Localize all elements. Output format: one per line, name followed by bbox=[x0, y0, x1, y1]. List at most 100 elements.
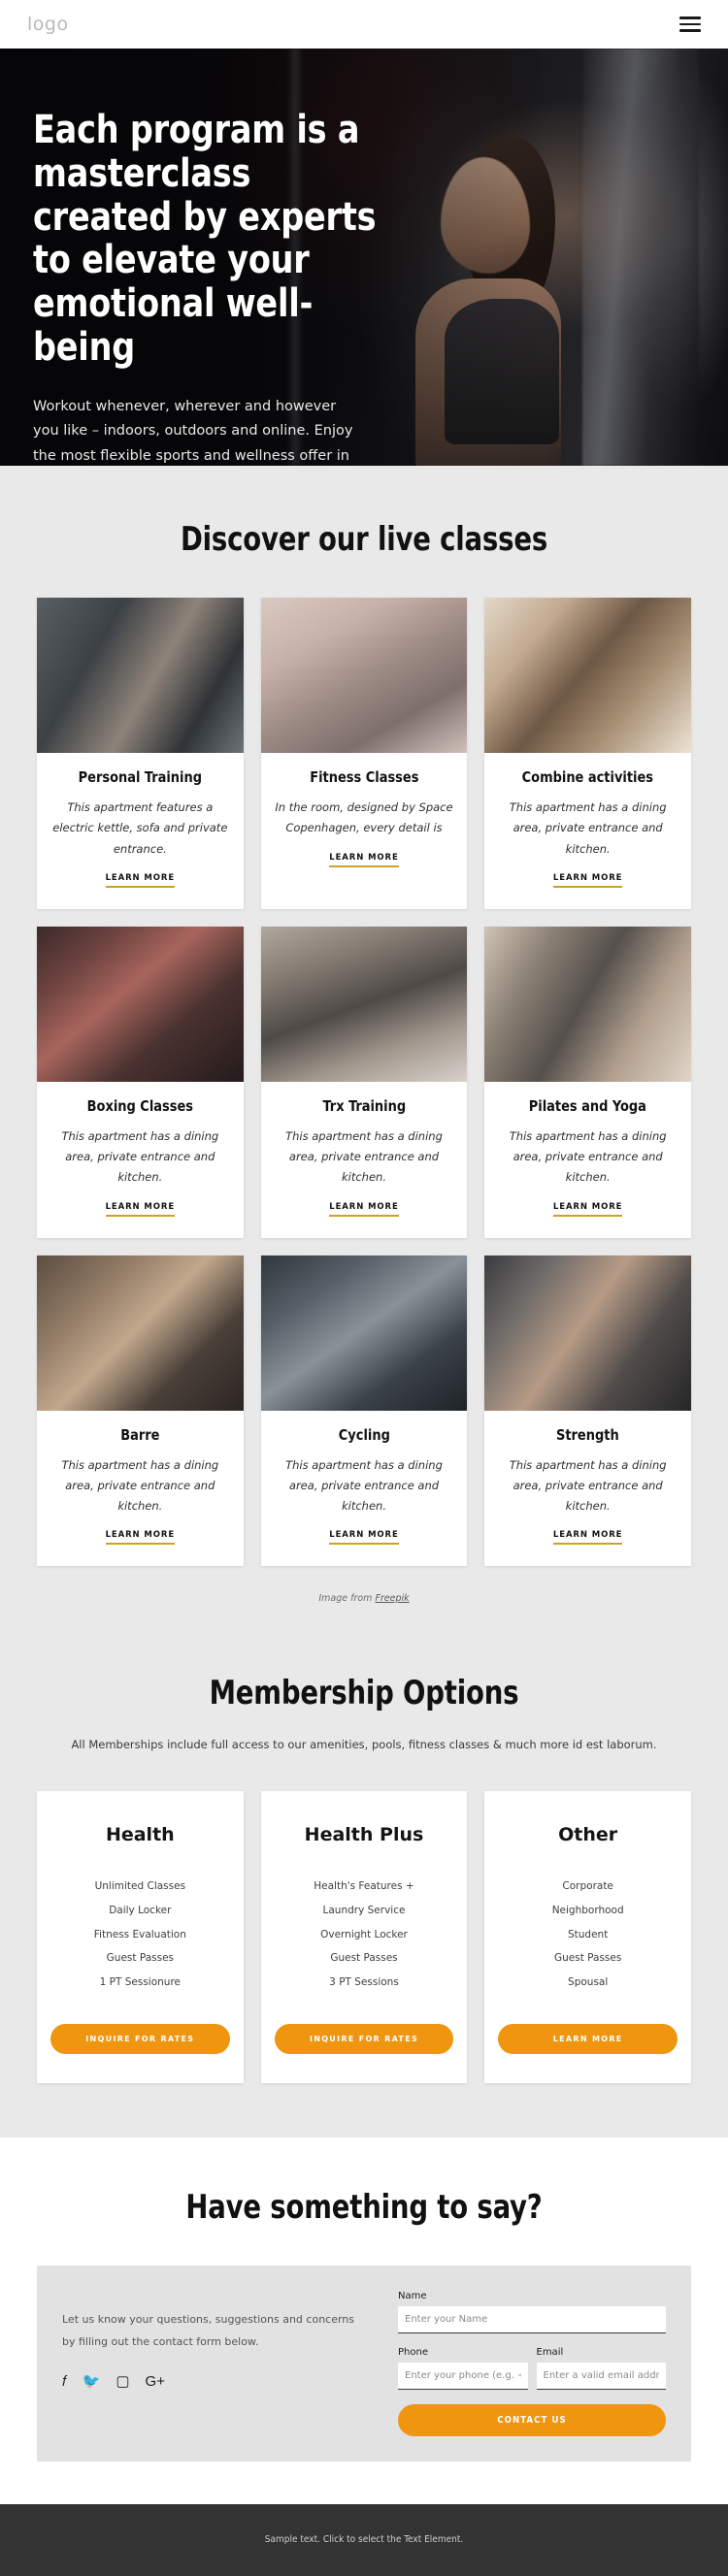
contact-info: Let us know your questions, suggestions … bbox=[37, 2266, 390, 2462]
hero-title: Each program is a masterclass created by… bbox=[33, 108, 377, 370]
plan-feature: Spousal bbox=[568, 1976, 609, 1989]
class-card-title: Trx Training bbox=[322, 1096, 406, 1115]
contact-title: Have something to say? bbox=[185, 2187, 543, 2227]
class-card-image bbox=[260, 598, 468, 753]
plan-card: Health Plus Health's Features + Laundry … bbox=[260, 1791, 468, 2083]
facebook-icon[interactable]: 𝑓 bbox=[62, 2374, 67, 2389]
class-card-desc: This apartment has a dining area, privat… bbox=[509, 1457, 667, 1514]
class-card-desc: This apartment has a dining area, privat… bbox=[285, 1128, 443, 1185]
site-logo[interactable]: logo bbox=[27, 14, 69, 35]
class-card-desc: This apartment features a electric kettl… bbox=[52, 800, 228, 856]
email-input[interactable] bbox=[536, 2362, 666, 2390]
class-card[interactable]: Personal Training This apartment feature… bbox=[37, 598, 244, 909]
google-plus-icon[interactable]: G+ bbox=[146, 2374, 165, 2389]
plan-name: Health bbox=[105, 1824, 175, 1846]
class-card-desc: This apartment has a dining area, privat… bbox=[509, 800, 667, 856]
class-card[interactable]: Boxing Classes This apartment has a dini… bbox=[37, 926, 244, 1238]
class-card[interactable]: Strength This apartment has a dining are… bbox=[484, 1255, 691, 1567]
class-card[interactable]: Fitness Classes In the room, designed by… bbox=[260, 598, 468, 909]
membership-section: Membership Options All Memberships inclu… bbox=[0, 1637, 728, 2137]
learn-more-link[interactable]: LEARN MORE bbox=[329, 1202, 399, 1217]
contact-form: Name Phone Email CONTACT US bbox=[390, 2266, 691, 2462]
learn-more-link[interactable]: LEARN MORE bbox=[329, 1530, 399, 1546]
learn-more-link[interactable]: LEARN MORE bbox=[329, 853, 399, 867]
hero-subtitle: Workout whenever, wherever and however y… bbox=[33, 398, 353, 464]
plan-feature: Guest Passes bbox=[553, 1952, 622, 1965]
class-card-image bbox=[37, 598, 244, 753]
plan-cta-button[interactable]: LEARN MORE bbox=[498, 2023, 678, 2054]
class-card-title: Strength bbox=[556, 1425, 620, 1444]
burger-bar bbox=[679, 16, 701, 19]
footer-text: Sample text. Click to select the Text El… bbox=[264, 2534, 464, 2546]
class-card-title: Cycling bbox=[338, 1425, 390, 1444]
plan-name: Health Plus bbox=[304, 1824, 424, 1846]
site-footer: Sample text. Click to select the Text El… bbox=[0, 2503, 728, 2576]
image-credit-prefix: Image from bbox=[318, 1593, 376, 1605]
plan-feature: 1 PT Sessionure bbox=[99, 1976, 182, 1989]
plan-name: Other bbox=[558, 1824, 618, 1846]
class-card-title: Personal Training bbox=[78, 768, 202, 786]
site-header: logo bbox=[0, 0, 728, 49]
class-card-grid: Personal Training This apartment feature… bbox=[0, 598, 728, 1567]
twitter-icon[interactable]: 🐦 bbox=[83, 2374, 101, 2389]
plan-card: Other Corporate Neighborhood Student Gue… bbox=[484, 1791, 691, 2083]
plan-feature: Health's Features + bbox=[314, 1880, 414, 1893]
plan-cta-button[interactable]: INQUIRE FOR RATES bbox=[274, 2023, 454, 2054]
instagram-icon[interactable]: ▢ bbox=[116, 2374, 129, 2389]
hero-section: Each program is a masterclass created by… bbox=[0, 49, 728, 466]
plan-feature: Overnight Locker bbox=[320, 1928, 408, 1940]
plan-feature: Student bbox=[567, 1928, 609, 1940]
plan-feature: Fitness Evaluation bbox=[93, 1928, 186, 1940]
learn-more-link[interactable]: LEARN MORE bbox=[552, 1530, 623, 1546]
contact-us-button[interactable]: CONTACT US bbox=[398, 2403, 666, 2436]
social-links: 𝑓 🐦 ▢ G+ bbox=[62, 2374, 369, 2389]
email-label: Email bbox=[536, 2346, 564, 2358]
class-card[interactable]: Barre This apartment has a dining area, … bbox=[37, 1255, 244, 1567]
class-card[interactable]: Trx Training This apartment has a dining… bbox=[260, 926, 468, 1238]
plan-card: Health Unlimited Classes Daily Locker Fi… bbox=[37, 1791, 244, 2083]
learn-more-link[interactable]: LEARN MORE bbox=[552, 1202, 623, 1217]
class-card[interactable]: Pilates and Yoga This apartment has a di… bbox=[484, 926, 691, 1238]
contact-form-container: Let us know your questions, suggestions … bbox=[37, 2265, 691, 2462]
class-card-image bbox=[484, 598, 691, 753]
class-card-image bbox=[484, 1255, 691, 1411]
image-credit: Image from Freepik bbox=[0, 1593, 728, 1604]
class-card-title: Boxing Classes bbox=[86, 1096, 193, 1115]
plan-grid: Health Unlimited Classes Daily Locker Fi… bbox=[0, 1791, 728, 2083]
live-classes-section: Discover our live classes Personal Train… bbox=[0, 466, 728, 1638]
plan-feature: Neighborhood bbox=[551, 1905, 624, 1917]
class-card-image bbox=[260, 1255, 468, 1411]
contact-blurb: Let us know your questions, suggestions … bbox=[62, 2312, 355, 2348]
name-input[interactable] bbox=[398, 2305, 666, 2333]
class-card-image bbox=[37, 1255, 244, 1411]
burger-bar bbox=[679, 29, 701, 32]
class-card-desc: This apartment has a dining area, privat… bbox=[61, 1128, 219, 1185]
learn-more-link[interactable]: LEARN MORE bbox=[105, 873, 176, 888]
class-card-title: Fitness Classes bbox=[309, 768, 419, 786]
plan-cta-button[interactable]: INQUIRE FOR RATES bbox=[50, 2023, 230, 2054]
class-card-title: Combine activities bbox=[521, 768, 654, 786]
plan-feature: Guest Passes bbox=[330, 1952, 398, 1965]
class-card-title: Barre bbox=[120, 1425, 160, 1444]
freepik-link[interactable]: Freepik bbox=[375, 1593, 409, 1604]
plan-feature: Daily Locker bbox=[109, 1905, 172, 1917]
learn-more-link[interactable]: LEARN MORE bbox=[105, 1202, 176, 1217]
learn-more-link[interactable]: LEARN MORE bbox=[105, 1530, 176, 1546]
plan-feature-list: Corporate Neighborhood Student Guest Pas… bbox=[498, 1875, 678, 1994]
phone-input[interactable] bbox=[398, 2362, 528, 2390]
class-card-desc: This apartment has a dining area, privat… bbox=[285, 1457, 443, 1514]
burger-bar bbox=[679, 22, 701, 26]
class-card-desc: This apartment has a dining area, privat… bbox=[61, 1457, 219, 1514]
class-card[interactable]: Combine activities This apartment has a … bbox=[484, 598, 691, 909]
class-card[interactable]: Cycling This apartment has a dining area… bbox=[260, 1255, 468, 1567]
hamburger-menu-icon[interactable] bbox=[679, 16, 701, 32]
class-card-image bbox=[37, 926, 244, 1082]
plan-feature: 3 PT Sessions bbox=[329, 1976, 399, 1989]
plan-feature: Laundry Service bbox=[322, 1905, 406, 1917]
membership-title: Membership Options bbox=[209, 1674, 519, 1713]
page-root: logo Each program is a masterclass creat… bbox=[0, 0, 728, 2576]
class-card-image bbox=[484, 926, 691, 1082]
plan-feature: Guest Passes bbox=[106, 1952, 174, 1965]
plan-feature-list: Health's Features + Laundry Service Over… bbox=[275, 1875, 454, 1994]
learn-more-link[interactable]: LEARN MORE bbox=[552, 873, 623, 888]
